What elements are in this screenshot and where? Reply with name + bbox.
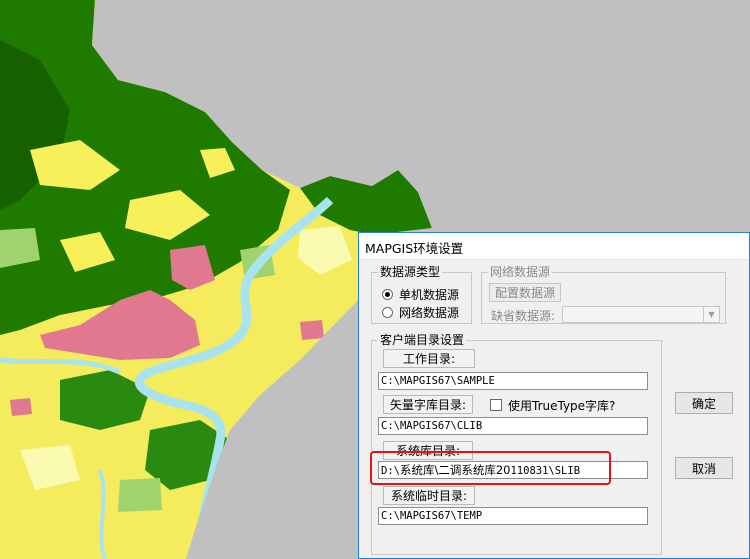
default-source-label: 缺省数据源: [491,309,556,323]
work-dir-field[interactable]: C:\MAPGIS67\SAMPLE [378,372,648,390]
dialog-titlebar[interactable]: MAPGIS环境设置 [359,233,749,260]
radio-network-indicator[interactable] [382,306,393,318]
work-dir-value: C:\MAPGIS67\SAMPLE [381,375,495,387]
radio-network-label: 网络数据源 [399,305,460,320]
truetype-checkbox[interactable] [490,399,502,411]
cancel-button[interactable]: 取消 [675,457,733,479]
radio-network-source[interactable]: 网络数据源 [382,304,459,320]
mapgis-settings-dialog: MAPGIS环境设置 数据源类型 单机数据源 网络数据源 网络数据源 配置数据源… [358,232,750,559]
temp-dir-field[interactable]: C:\MAPGIS67\TEMP [378,507,648,525]
grass-patch [118,478,162,512]
chevron-down-icon[interactable]: ▼ [703,307,719,322]
radio-local-source[interactable]: 单机数据源 [382,286,459,302]
vector-lib-button[interactable]: 矢量字库目录: [383,395,473,414]
temp-dir-button[interactable]: 系统临时目录: [383,486,475,505]
work-dir-button[interactable]: 工作目录: [383,349,475,368]
urban-area [10,398,32,416]
data-source-type-group: 数据源类型 单机数据源 网络数据源 [371,265,472,324]
radio-local-label: 单机数据源 [399,287,460,302]
radio-local-indicator[interactable] [382,288,393,300]
urban-area [300,320,324,340]
client-dirs-label: 客户端目录设置 [378,333,467,347]
vector-lib-value: C:\MAPGIS67\CLIB [381,420,483,432]
temp-dir-value: C:\MAPGIS67\TEMP [381,510,483,522]
ok-button[interactable]: 确定 [675,392,733,414]
dialog-title: MAPGIS环境设置 [365,241,464,256]
annotation-highlight-box [370,451,611,485]
vector-lib-field[interactable]: C:\MAPGIS67\CLIB [378,417,648,435]
truetype-label: 使用TrueType字库? [508,399,616,413]
config-source-button[interactable]: 配置数据源 [489,283,561,302]
data-source-type-label: 数据源类型 [378,265,443,279]
default-source-dropdown[interactable]: ▼ [562,306,720,323]
network-source-label: 网络数据源 [488,265,553,279]
